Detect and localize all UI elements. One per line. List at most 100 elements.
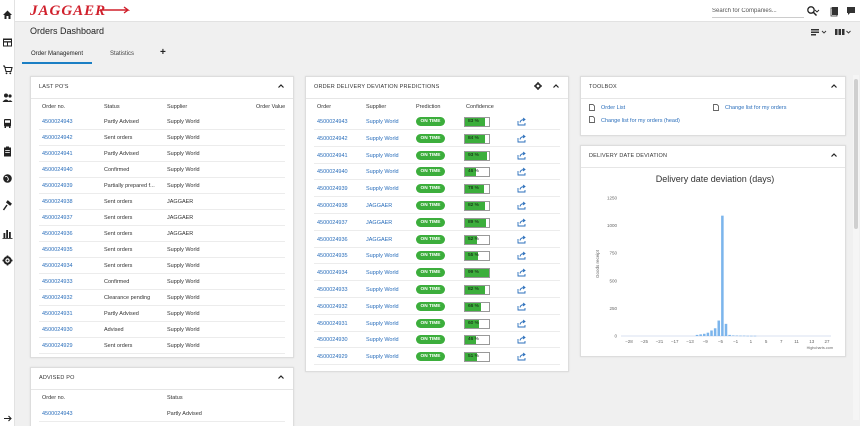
- share-icon[interactable]: [517, 134, 527, 143]
- table-row[interactable]: 4500024941 Partly Advised Supply World: [39, 146, 285, 162]
- order-link[interactable]: 4500024936: [42, 231, 73, 237]
- chart-bar[interactable]: [721, 215, 724, 336]
- clipboard-icon[interactable]: [2, 146, 13, 157]
- chart-bar[interactable]: [699, 334, 702, 336]
- share-icon[interactable]: [517, 352, 527, 361]
- table-row[interactable]: 4500024936 Sent orders JAGGAER: [39, 226, 285, 242]
- share-icon[interactable]: [517, 184, 527, 193]
- add-tab-button[interactable]: +: [160, 47, 166, 58]
- table-row[interactable]: 4500024932 Supply World ON TIME 66 %: [314, 299, 560, 315]
- collapse-chevron-icon[interactable]: [277, 82, 285, 90]
- chat-icon[interactable]: [845, 5, 857, 17]
- chart-bar[interactable]: [753, 335, 757, 337]
- col-header-supplier[interactable]: Supplier: [167, 104, 187, 110]
- col-header-prediction[interactable]: Prediction: [416, 104, 440, 110]
- chart-bar[interactable]: [695, 334, 699, 336]
- supplier-link[interactable]: Supply World: [366, 287, 399, 293]
- table-row[interactable]: 4500024943 Partly Advised: [39, 406, 285, 422]
- order-link[interactable]: 4500024942: [317, 136, 348, 142]
- table-row[interactable]: 4500024938 Sent orders JAGGAER: [39, 194, 285, 210]
- col-header-order-value[interactable]: Order Value: [256, 104, 285, 110]
- hammer-icon[interactable]: [2, 200, 13, 211]
- order-link[interactable]: 4500024932: [317, 304, 348, 310]
- chart-bar[interactable]: [728, 334, 731, 336]
- order-link[interactable]: 4500024941: [42, 151, 73, 157]
- order-link[interactable]: 4500024930: [317, 337, 348, 343]
- order-link[interactable]: 4500024934: [42, 263, 73, 269]
- table-row[interactable]: 4500024933 Confirmed Supply World: [39, 274, 285, 290]
- chart-bar[interactable]: [717, 320, 721, 336]
- bar-chart-icon[interactable]: [2, 228, 13, 239]
- share-icon[interactable]: [517, 302, 527, 311]
- tab-order-management[interactable]: Order Management: [22, 44, 92, 64]
- chart-credits[interactable]: Highcharts.com: [807, 346, 833, 350]
- table-row[interactable]: 4500024936 JAGGAER ON TIME 52 %: [314, 232, 560, 248]
- collapse-chevron-icon[interactable]: [830, 151, 838, 159]
- order-link[interactable]: 4500024938: [317, 203, 348, 209]
- supplier-link[interactable]: Supply World: [366, 337, 399, 343]
- table-row[interactable]: 4500024934 Sent orders Supply World: [39, 258, 285, 274]
- table-row[interactable]: 4500024942 Supply World ON TIME 84 %: [314, 131, 560, 147]
- table-row[interactable]: 4500024935 Supply World ON TIME 55 %: [314, 248, 560, 265]
- home-icon[interactable]: [2, 9, 13, 20]
- chart-bar[interactable]: [706, 332, 710, 336]
- expand-arrow-icon[interactable]: [2, 413, 13, 424]
- col-header-order[interactable]: Order: [317, 104, 331, 110]
- chart-bar[interactable]: [735, 335, 739, 337]
- order-link[interactable]: 4500024939: [317, 186, 348, 192]
- chart-bar[interactable]: [703, 333, 706, 336]
- columns-select-icon[interactable]: [834, 27, 852, 37]
- order-link[interactable]: 4500024933: [42, 279, 73, 285]
- order-link[interactable]: 4500024943: [42, 119, 73, 125]
- table-row[interactable]: 4500024930 Supply World ON TIME 46 %: [314, 332, 560, 349]
- col-header-status[interactable]: Status: [104, 104, 120, 110]
- gear-icon[interactable]: [534, 82, 542, 90]
- order-link[interactable]: 4500024931: [42, 311, 73, 317]
- notes-icon[interactable]: [829, 5, 841, 17]
- share-icon[interactable]: [517, 235, 527, 244]
- jaggaer-logo[interactable]: JAGGAER: [30, 3, 106, 20]
- order-link[interactable]: 4500024937: [317, 220, 348, 226]
- supplier-link[interactable]: Supply World: [366, 270, 399, 276]
- table-row[interactable]: 4500024937 Sent orders JAGGAER: [39, 210, 285, 226]
- table-row[interactable]: 4500024935 Sent orders Supply World: [39, 242, 285, 258]
- globe-icon[interactable]: [2, 173, 13, 184]
- supplier-link[interactable]: Supply World: [366, 321, 399, 327]
- share-icon[interactable]: [517, 251, 527, 260]
- supplier-link[interactable]: Supply World: [366, 304, 399, 310]
- collapse-chevron-icon[interactable]: [552, 82, 560, 90]
- table-row[interactable]: 4500024930 Advised Supply World: [39, 322, 285, 338]
- table-row[interactable]: 4500024943 Supply World ON TIME 83 %: [314, 114, 560, 130]
- order-link[interactable]: 4500024939: [42, 183, 73, 189]
- col-header-order[interactable]: Order no.: [42, 104, 65, 110]
- share-icon[interactable]: [517, 117, 527, 126]
- cart-icon[interactable]: [2, 64, 13, 75]
- order-link[interactable]: 4500024938: [42, 199, 73, 205]
- supplier-link[interactable]: JAGGAER: [366, 237, 392, 243]
- supplier-link[interactable]: Supply World: [366, 253, 399, 259]
- table-row[interactable]: 4500024933 Supply World ON TIME 82 %: [314, 282, 560, 298]
- col-header-confidence[interactable]: Confidence: [466, 104, 494, 110]
- supplier-link[interactable]: Supply World: [366, 153, 399, 159]
- chevron-down-icon[interactable]: [814, 5, 820, 17]
- order-link[interactable]: 4500024940: [42, 167, 73, 173]
- order-link[interactable]: 4500024931: [317, 321, 348, 327]
- chart-bar[interactable]: [731, 335, 735, 336]
- table-row[interactable]: 4500024943 Partly Advised Supply World: [39, 114, 285, 130]
- toolbox-link-order-list[interactable]: Order List: [601, 105, 625, 111]
- users-icon[interactable]: [2, 92, 13, 103]
- table-row[interactable]: 4500024940 Supply World ON TIME 46 %: [314, 164, 560, 181]
- page-scrollbar[interactable]: [853, 75, 859, 420]
- layout-select-icon[interactable]: [810, 27, 828, 37]
- table-row[interactable]: 4500024931 Supply World ON TIME 60 %: [314, 316, 560, 332]
- chart-bar[interactable]: [724, 323, 728, 336]
- supplier-link[interactable]: JAGGAER: [366, 220, 392, 226]
- order-link[interactable]: 4500024932: [42, 295, 73, 301]
- chart-bar[interactable]: [742, 335, 746, 337]
- order-link[interactable]: 4500024929: [317, 354, 348, 360]
- table-row[interactable]: 4500024929 Supply World ON TIME 51 %: [314, 349, 560, 366]
- order-link[interactable]: 4500024940: [317, 169, 348, 175]
- order-link[interactable]: 4500024929: [42, 343, 73, 349]
- table-row[interactable]: 4500024929 Sent orders Supply World: [39, 338, 285, 354]
- table-row[interactable]: 4500024941 Supply World ON TIME 93 %: [314, 148, 560, 164]
